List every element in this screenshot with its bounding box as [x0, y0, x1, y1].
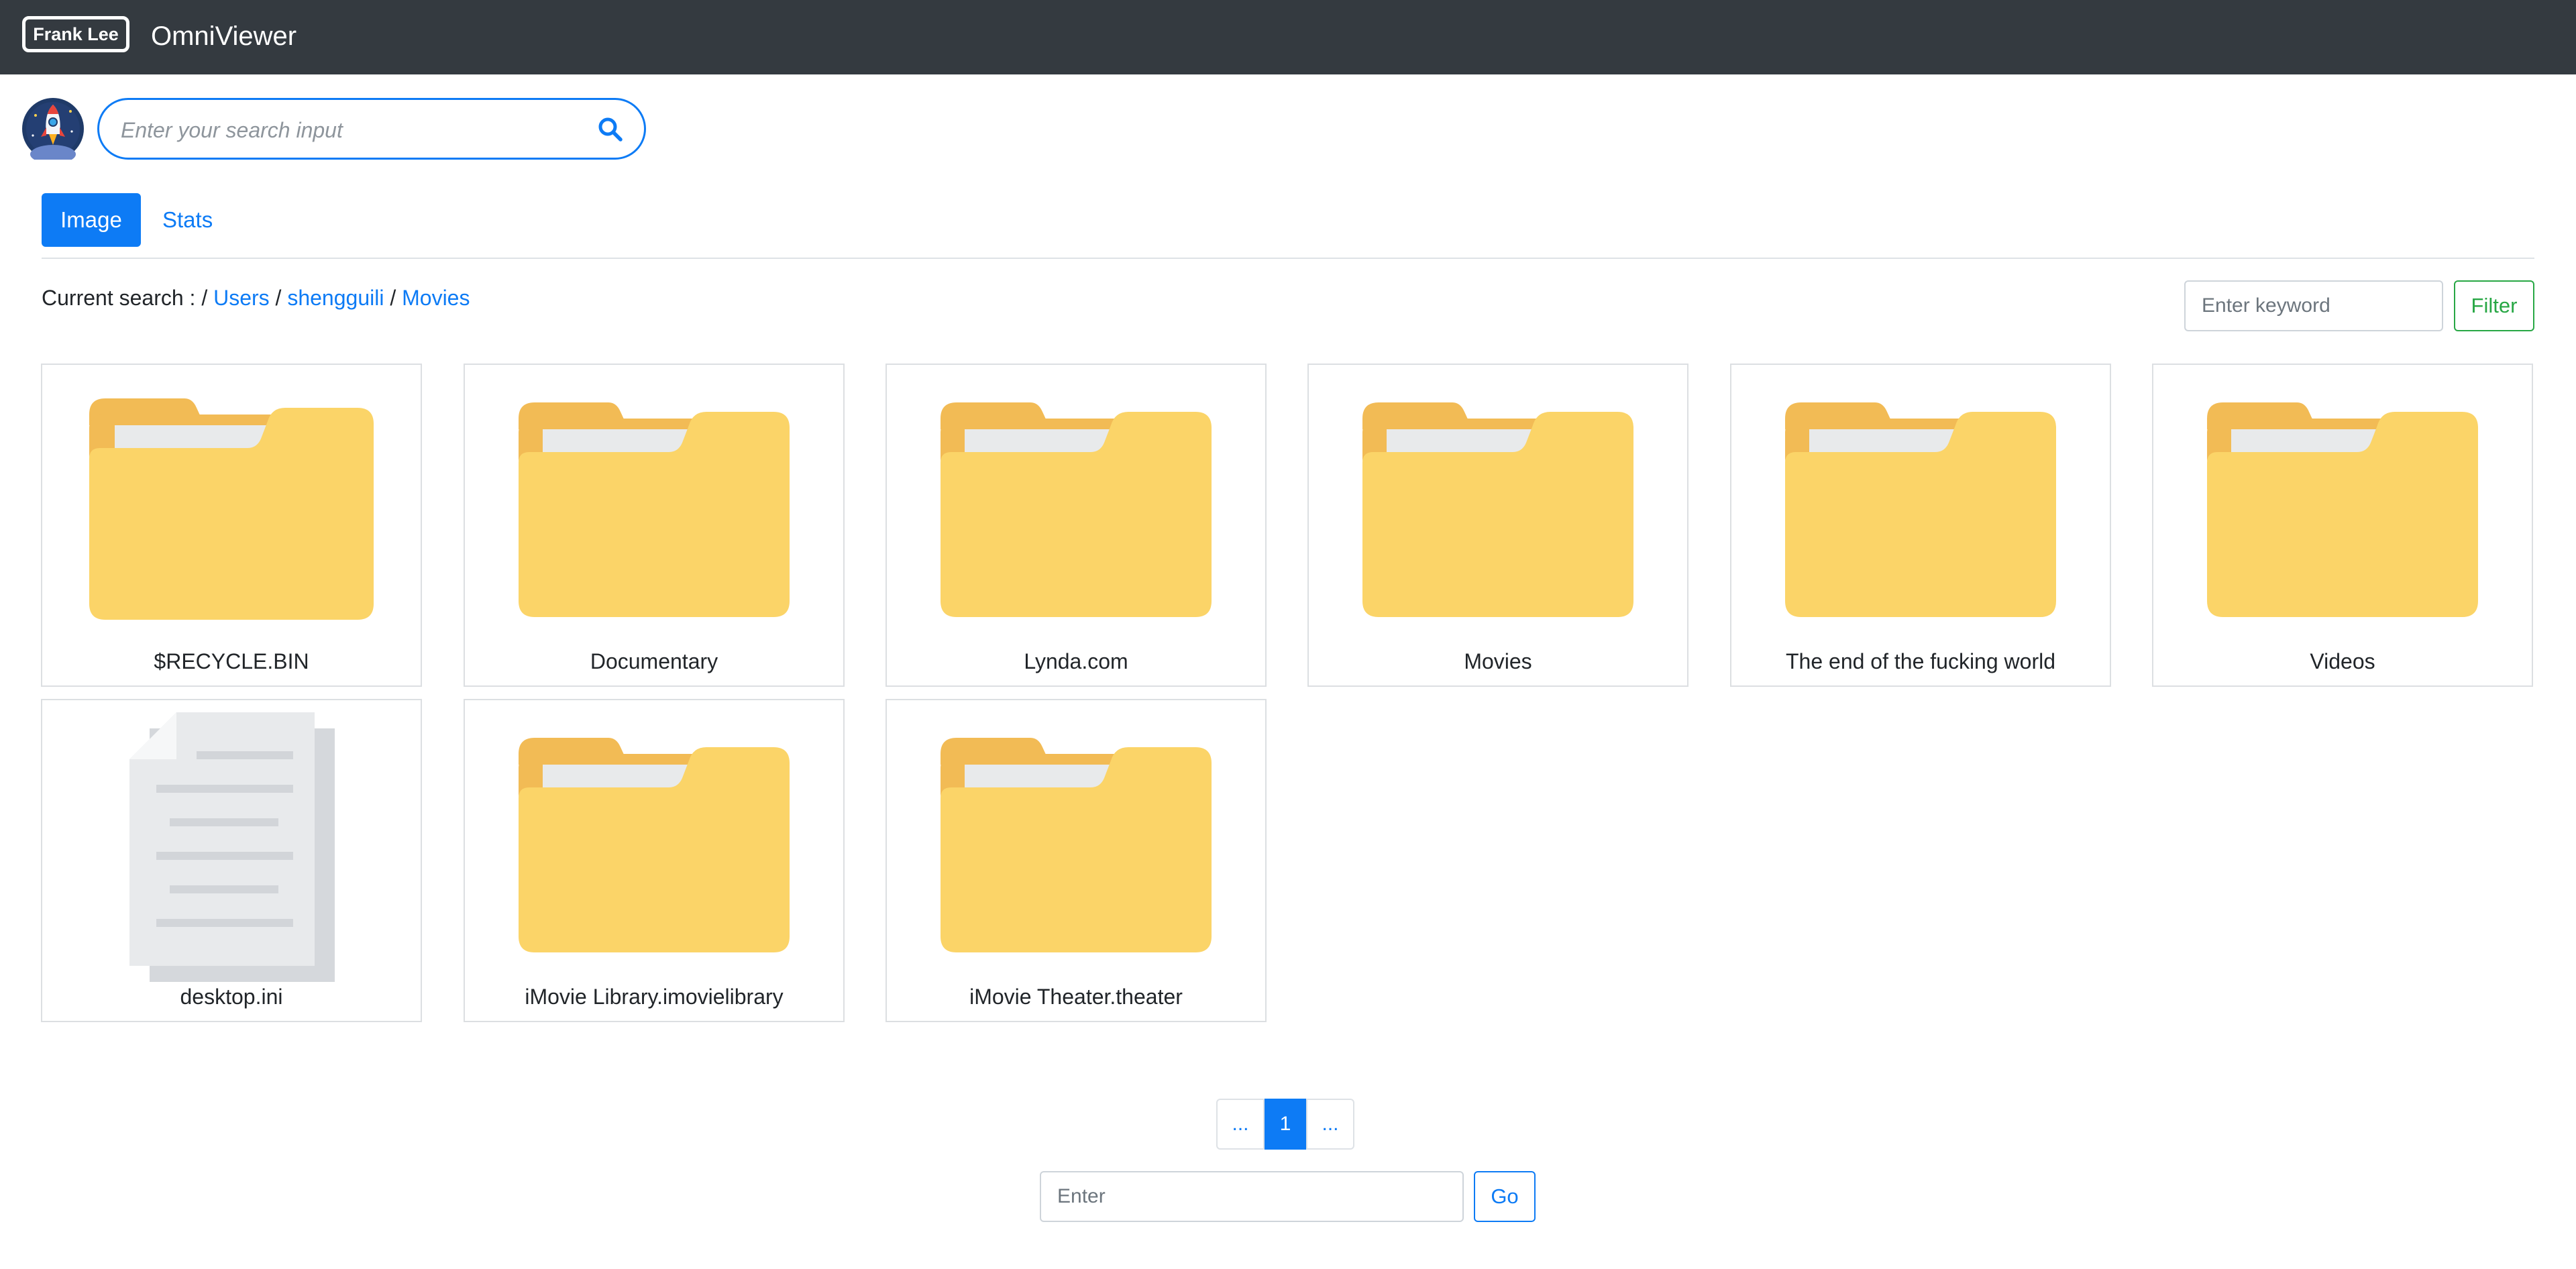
- folder-card[interactable]: Movies: [1307, 364, 1688, 687]
- tab-divider: [42, 258, 2534, 259]
- search-box: [97, 98, 646, 160]
- pagination-prev[interactable]: ...: [1216, 1099, 1265, 1150]
- search-icon[interactable]: [597, 116, 624, 143]
- breadcrumb-separator: /: [390, 286, 396, 310]
- item-name[interactable]: iMovie Theater.theater: [887, 981, 1265, 1013]
- folder-card[interactable]: $RECYCLE.BIN: [41, 364, 422, 687]
- page-jump-input[interactable]: [1040, 1171, 1464, 1222]
- folder-card[interactable]: iMovie Library.imovielibrary: [464, 699, 845, 1022]
- pagination-current-page[interactable]: 1: [1265, 1099, 1306, 1150]
- item-name[interactable]: desktop.ini: [42, 981, 421, 1013]
- tab-image[interactable]: Image: [42, 193, 141, 247]
- folder-icon: [2153, 365, 2532, 647]
- folder-icon: [42, 365, 421, 647]
- folder-card[interactable]: Lynda.com: [885, 364, 1267, 687]
- user-button[interactable]: Frank Lee: [22, 16, 129, 52]
- search-input[interactable]: [119, 112, 578, 148]
- item-name[interactable]: Videos: [2153, 645, 2532, 677]
- go-button[interactable]: Go: [1474, 1171, 1536, 1222]
- folder-icon: [887, 365, 1265, 647]
- folder-card[interactable]: The end of the fucking world: [1730, 364, 2111, 687]
- folder-card[interactable]: iMovie Theater.theater: [885, 699, 1267, 1022]
- document-icon: [42, 700, 421, 982]
- breadcrumb-item-shengguili[interactable]: shengguili: [287, 286, 384, 310]
- app-brand[interactable]: OmniViewer: [151, 19, 297, 54]
- folder-icon: [1731, 365, 2110, 647]
- folder-icon: [465, 365, 843, 647]
- keyword-filter-input[interactable]: [2184, 280, 2443, 331]
- item-name[interactable]: Lynda.com: [887, 645, 1265, 677]
- item-name[interactable]: Documentary: [465, 645, 843, 677]
- folder-icon: [1309, 365, 1687, 647]
- folder-icon: [465, 700, 843, 982]
- breadcrumb-separator: /: [275, 286, 282, 310]
- folder-card[interactable]: Videos: [2152, 364, 2533, 687]
- filter-button[interactable]: Filter: [2454, 280, 2534, 331]
- folder-icon: [887, 700, 1265, 982]
- rocket-logo-icon: [22, 98, 84, 164]
- item-name[interactable]: iMovie Library.imovielibrary: [465, 981, 843, 1013]
- tab-stats[interactable]: Stats: [162, 193, 213, 247]
- pagination: ... 1 ...: [1216, 1099, 1354, 1150]
- top-navbar: Frank Lee OmniViewer: [0, 0, 2576, 74]
- file-card[interactable]: desktop.ini: [41, 699, 422, 1022]
- breadcrumb-prefix: Current search : /: [42, 286, 208, 310]
- breadcrumb-item-movies[interactable]: Movies: [402, 286, 470, 310]
- breadcrumb-item-users[interactable]: Users: [213, 286, 270, 310]
- pagination-next[interactable]: ...: [1306, 1099, 1354, 1150]
- item-name[interactable]: Movies: [1309, 645, 1687, 677]
- item-name[interactable]: $RECYCLE.BIN: [42, 645, 421, 677]
- item-name[interactable]: The end of the fucking world: [1731, 645, 2110, 677]
- breadcrumb: Current search : / Users / shengguili / …: [42, 282, 470, 314]
- folder-card[interactable]: Documentary: [464, 364, 845, 687]
